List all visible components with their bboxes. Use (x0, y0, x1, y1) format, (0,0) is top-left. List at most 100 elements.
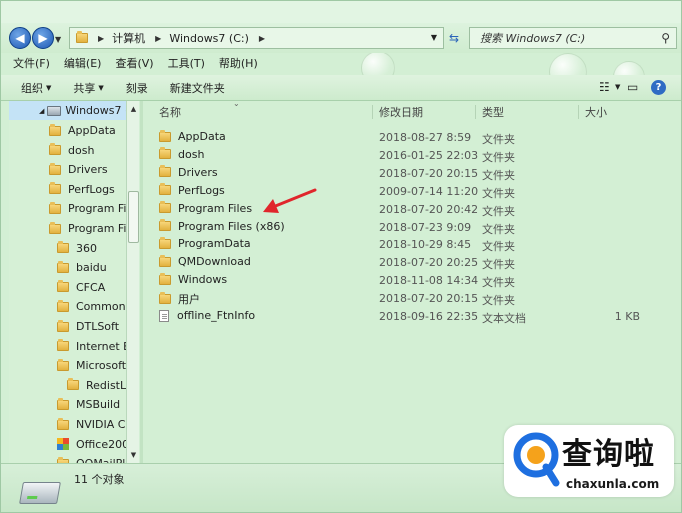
nav-folder-label: Drivers (68, 163, 108, 177)
column-divider[interactable] (372, 105, 373, 119)
recent-pages-chevron-icon[interactable]: ▼ (55, 35, 61, 44)
folder-icon (159, 129, 171, 142)
column-header-date[interactable]: 修改日期 (379, 101, 423, 123)
forward-button[interactable]: ▶ (32, 27, 54, 49)
back-button[interactable]: ◀ (9, 27, 31, 49)
nav-folder-item[interactable]: baidu (57, 258, 107, 277)
file-type: 文件夹 (482, 168, 515, 182)
nav-folder-item[interactable]: Program File (49, 199, 136, 218)
folder-icon (67, 378, 79, 391)
nav-folder-item[interactable]: Common F (57, 297, 135, 316)
nav-folder-item[interactable]: RedistLis (67, 376, 135, 395)
nav-folder-item[interactable]: PerfLogs (49, 180, 115, 199)
folder-icon (159, 165, 171, 178)
menu-view[interactable]: 查看(V) (115, 55, 153, 73)
nav-folder-item[interactable]: 360 (57, 239, 97, 258)
search-icon[interactable]: ⚲ (661, 31, 670, 45)
column-name-label: 名称 (159, 106, 181, 119)
address-dropdown-icon[interactable]: ▼ (431, 33, 437, 42)
item-count: 11 个对象 (74, 473, 125, 486)
file-name-cell: Program Files (159, 201, 253, 215)
nav-folder-label: AppData (68, 124, 116, 137)
menu-file[interactable]: 文件(F) (13, 55, 50, 73)
help-icon[interactable]: ? (651, 80, 666, 95)
scroll-down-icon[interactable]: ▼ (128, 449, 139, 461)
file-date: 2009-07-14 11:20 (379, 184, 479, 198)
nav-folder-item[interactable]: Office2007 (57, 435, 136, 454)
file-row[interactable]: ProgramData 2018-10-29 8:45 文件夹 (151, 236, 671, 254)
file-row[interactable]: Windows 2018-11-08 14:34 文件夹 (151, 272, 671, 290)
file-date: 2018-07-20 20:15 (379, 292, 479, 306)
breadcrumb-drive[interactable]: Windows7 (C:) (169, 32, 249, 45)
breadcrumb-chevron-icon[interactable]: ▶ (155, 34, 161, 43)
folder-icon (159, 292, 171, 305)
file-type: 文件夹 (482, 150, 515, 164)
address-bar[interactable]: ▶ 计算机 ▶ Windows7 (C:) ▶ ▼ (69, 27, 444, 49)
file-row[interactable]: PerfLogs 2009-07-14 11:20 文件夹 (151, 183, 671, 201)
file-row[interactable]: Program Files 2018-07-20 20:42 文件夹 (151, 201, 671, 219)
preview-pane-icon[interactable]: ▭ (627, 80, 638, 94)
file-row[interactable]: dosh 2016-01-25 22:03 文件夹 (151, 147, 671, 165)
file-name: Program Files (178, 201, 253, 215)
nav-folder-item[interactable]: Internet Ex (57, 337, 137, 356)
back-arrow-icon: ◀ (15, 31, 25, 45)
file-date: 2018-07-20 20:25 (379, 256, 479, 270)
search-input[interactable]: 搜索 Windows7 (C:) ⚲ (469, 27, 677, 49)
nav-folder-item[interactable]: CFCA (57, 278, 105, 297)
share-button[interactable]: 共享 ▼ (73, 80, 103, 96)
menu-tools[interactable]: 工具(T) (168, 55, 205, 73)
nav-drive-item[interactable]: ◢ Windows7 (C: (9, 101, 139, 120)
navigation-pane: ◢ Windows7 (C: AppData dosh Drivers PerfLog… (9, 101, 139, 463)
file-name: Program Files (x86) (178, 219, 285, 233)
nav-folder-label: baidu (76, 261, 107, 275)
column-header-type[interactable]: 类型 (482, 101, 504, 123)
nav-folder-item[interactable]: MSBuild (57, 395, 120, 414)
view-options-icon[interactable]: ☷ (599, 80, 610, 94)
column-header-name[interactable]: 名称 (159, 101, 181, 123)
breadcrumb-chevron-icon[interactable]: ▶ (259, 34, 265, 43)
column-header-size[interactable]: 大小 (585, 101, 607, 123)
breadcrumb-chevron-icon[interactable]: ▶ (98, 34, 104, 43)
address-row: ◀ ▶ ▼ ▶ 计算机 ▶ Windows7 (C:) ▶ ▼ ⇆ 搜索 Win… (1, 23, 681, 53)
nav-folder-item[interactable]: Microsoft. (57, 356, 130, 375)
pane-splitter[interactable] (140, 101, 143, 463)
folder-icon (57, 241, 69, 254)
menu-help[interactable]: 帮助(H) (219, 55, 258, 73)
file-row[interactable]: 用户 2018-07-20 20:15 文件夹 (151, 290, 671, 308)
folder-icon (57, 417, 69, 430)
burn-button[interactable]: 刻录 (126, 80, 148, 96)
new-folder-button[interactable]: 新建文件夹 (170, 80, 225, 96)
file-type: 文件夹 (482, 258, 515, 272)
file-row[interactable]: Drivers 2018-07-20 20:15 文件夹 (151, 165, 671, 183)
nav-folder-item[interactable]: QQMailPl (57, 454, 125, 463)
folder-icon (57, 358, 69, 371)
nav-folder-item[interactable]: Program File (49, 219, 136, 238)
refresh-icon[interactable]: ⇆ (449, 31, 465, 47)
file-row[interactable]: offline_FtnInfo 2018-09-16 22:35 文本文档 1 KB (151, 308, 671, 326)
nav-scrollbar[interactable]: ▲ ▼ (126, 101, 139, 463)
nav-folder-label: CFCA (76, 280, 106, 294)
menu-edit[interactable]: 编辑(E) (64, 55, 102, 73)
file-name-cell: ProgramData (159, 236, 251, 250)
nav-folder-item[interactable]: Drivers (49, 160, 108, 179)
view-dropdown-icon[interactable]: ▼ (615, 83, 620, 91)
nav-folder-item[interactable]: AppData (49, 121, 116, 140)
file-type: 文件夹 (482, 186, 515, 200)
nav-folder-item[interactable]: NVIDIA Co (57, 415, 132, 434)
nav-folder-item[interactable]: DTLSoft (57, 317, 119, 336)
file-type: 文件夹 (482, 204, 515, 218)
nav-folder-item[interactable]: dosh (49, 141, 94, 160)
file-name: Drivers (178, 165, 218, 179)
scroll-up-icon[interactable]: ▲ (128, 103, 139, 115)
column-divider[interactable] (578, 105, 579, 119)
file-type: 文件夹 (482, 222, 515, 236)
file-row[interactable]: QMDownload 2018-07-20 20:25 文件夹 (151, 254, 671, 272)
sort-caret-icon: ⌄ (233, 99, 240, 108)
column-divider[interactable] (475, 105, 476, 119)
scroll-thumb[interactable] (128, 191, 139, 243)
organize-button[interactable]: 组织 ▼ (21, 80, 51, 96)
file-row[interactable]: Program Files (x86) 2018-07-23 9:09 文件夹 (151, 219, 671, 237)
breadcrumb-computer[interactable]: 计算机 (112, 30, 145, 46)
file-row[interactable]: AppData 2018-08-27 8:59 文件夹 (151, 129, 671, 147)
file-date: 2018-09-16 22:35 (379, 310, 479, 323)
